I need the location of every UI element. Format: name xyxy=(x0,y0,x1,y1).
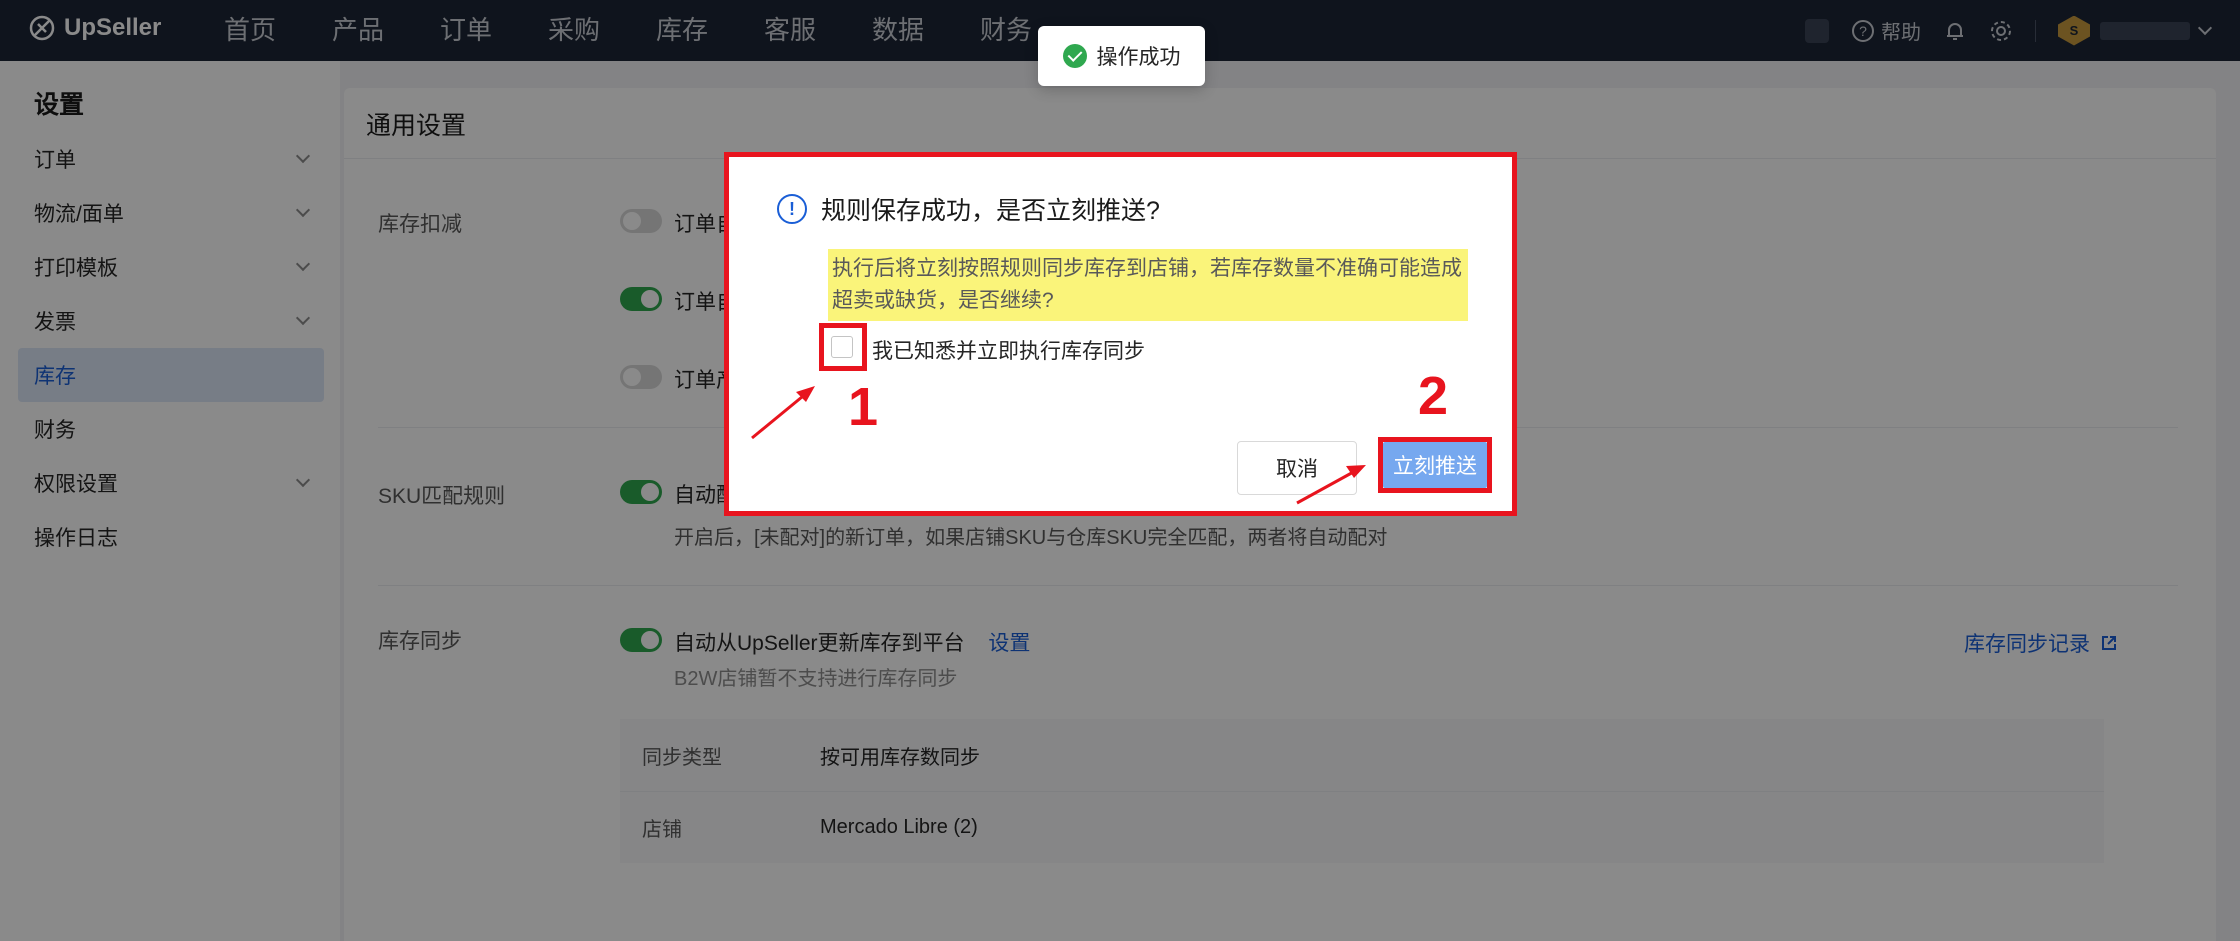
arrow-2-icon xyxy=(1296,465,1366,505)
arrow-1-icon xyxy=(751,386,815,440)
annotation-arrows xyxy=(751,386,1366,505)
